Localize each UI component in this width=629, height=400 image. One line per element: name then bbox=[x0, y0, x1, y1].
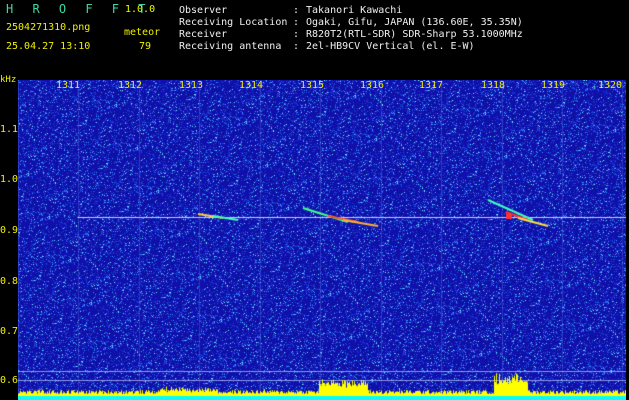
x-tick-label: 1314 bbox=[239, 80, 264, 91]
x-tick-label: 1312 bbox=[118, 80, 143, 91]
x-tick-label: 1317 bbox=[419, 80, 444, 91]
capture-filename: 2504271310.png bbox=[6, 22, 91, 33]
y-tick-label: 0.6 bbox=[0, 375, 19, 386]
x-tick-label: 1313 bbox=[179, 80, 204, 91]
info-colon: : bbox=[293, 41, 300, 52]
x-tick-label: 1319 bbox=[541, 80, 566, 91]
info-value-antenna: 2el-HB9CV Vertical (el. E-W) bbox=[306, 41, 475, 52]
info-label-receiver: Receiver bbox=[179, 29, 228, 40]
meteor-count: 79 bbox=[139, 41, 152, 52]
info-label-location: Receiving Location bbox=[179, 17, 288, 28]
spectrogram bbox=[18, 80, 626, 400]
info-colon: : bbox=[293, 29, 300, 40]
header-panel: H R O F F T 1.0.0 2504271310.png 25.04.2… bbox=[0, 0, 629, 85]
y-tick-label: 1.1 bbox=[0, 124, 19, 135]
info-value-receiver: R820T2(RTL-SDR) SDR-Sharp 53.1000MHz bbox=[306, 29, 523, 40]
info-label-antenna: Receiving antenna bbox=[179, 41, 282, 52]
meteor-label: meteor bbox=[124, 27, 161, 38]
x-tick-label: 1311 bbox=[56, 80, 81, 91]
y-tick-label: 0.7 bbox=[0, 326, 19, 337]
y-tick-label: 0.9 bbox=[0, 225, 19, 236]
x-tick-label: 1315 bbox=[300, 80, 325, 91]
app-version: 1.0.0 bbox=[125, 4, 156, 15]
info-value-observer: Takanori Kawachi bbox=[306, 5, 403, 16]
y-tick-label: 1.0 bbox=[0, 174, 19, 185]
x-tick-label: 1318 bbox=[481, 80, 506, 91]
x-tick-label: 1320 bbox=[598, 80, 623, 91]
info-colon: : bbox=[293, 5, 300, 16]
y-tick-label: 0.8 bbox=[0, 276, 19, 287]
spectrogram-canvas bbox=[18, 80, 626, 400]
info-value-location: Ogaki, Gifu, JAPAN (136.60E, 35.35N) bbox=[306, 17, 523, 28]
info-colon: : bbox=[293, 17, 300, 28]
x-tick-label: 1316 bbox=[360, 80, 385, 91]
capture-timestamp: 25.04.27 13:10 bbox=[6, 41, 91, 52]
y-axis-unit: kHz bbox=[0, 75, 17, 85]
info-label-observer: Observer bbox=[179, 5, 228, 16]
